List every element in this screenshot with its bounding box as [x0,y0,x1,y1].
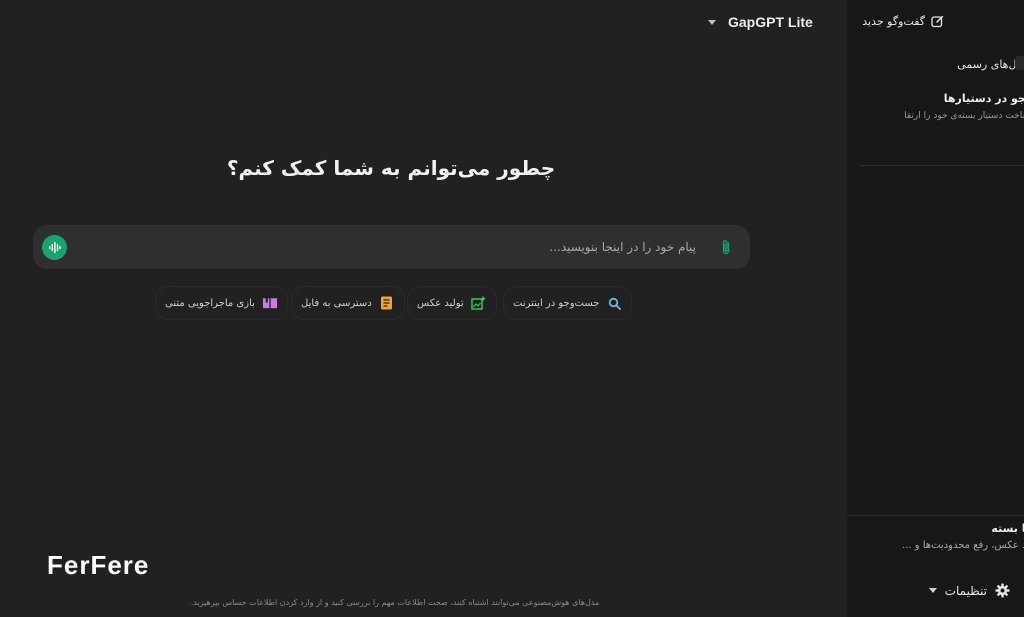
chip-image-generation[interactable]: تولید عکس [407,286,497,320]
voice-input-button[interactable] [42,235,67,260]
sidebar-item-assistants-subtitle: ساخت دستیار بسته‌ی خود را ارتقا [904,111,1024,121]
chip-file-access[interactable]: دسترسی به فایل [291,286,405,320]
watermark-logo: FerFere [47,550,150,580]
message-composer [33,225,750,269]
chip-label: جست‌وجو در اینترنت [513,297,600,309]
chip-label: تولید عکس [417,297,464,309]
disclaimer-text: مدل‌های هوش‌مصنوعی می‌توانند اشتباه کنند… [190,598,600,607]
voice-wave-icon [49,242,61,253]
attach-button[interactable] [720,239,732,260]
new-chat-label: گفت‌وگو جدید [862,15,925,28]
grid-icon [1015,56,1024,70]
search-icon [606,295,622,311]
chevron-down-icon [708,19,716,25]
settings-label: تنظیمات [944,583,987,598]
model-name: GapGPT Lite [728,14,813,30]
chip-text-adventure[interactable]: بازی ماجراجویی متنی [155,286,288,320]
new-chat-button[interactable]: گفت‌وگو جدید [862,15,944,28]
paperclip-icon [722,240,730,255]
chip-label: بازی ماجراجویی متنی [165,297,255,309]
settings-button[interactable]: تنظیمات [928,583,1010,598]
document-icon [379,295,395,311]
chip-web-search[interactable]: جست‌وجو در اینترنت [503,286,633,320]
divider [847,515,1024,516]
message-input[interactable] [93,225,698,269]
greeting-heading: چطور می‌توانم به شما کمک کنم؟ [226,156,556,180]
sidebar-item-official-models[interactable]: ت مدل‌های رسمی [957,58,1024,71]
edit-icon [931,15,944,28]
chip-label: دسترسی به فایل [301,297,372,309]
divider [859,165,1024,166]
sidebar: گفت‌وگو جدید ت مدل‌های رسمی تجو در دستیا… [847,0,1024,617]
plan-package-subtitle: ید عکس، رفع محدودیت‌ها و ... [902,540,1024,551]
gear-icon [995,583,1010,598]
model-selector[interactable]: GapGPT Lite [708,12,813,32]
chevron-down-icon [928,588,937,593]
main-panel: GapGPT Lite چطور می‌توانم به شما کمک کنم… [0,0,847,617]
sidebar-item-assistants[interactable]: تجو در دستیارها [944,92,1024,105]
image-plus-icon [471,295,487,311]
plan-package-title[interactable]: نا بسته [991,522,1024,535]
book-icon [262,295,278,311]
